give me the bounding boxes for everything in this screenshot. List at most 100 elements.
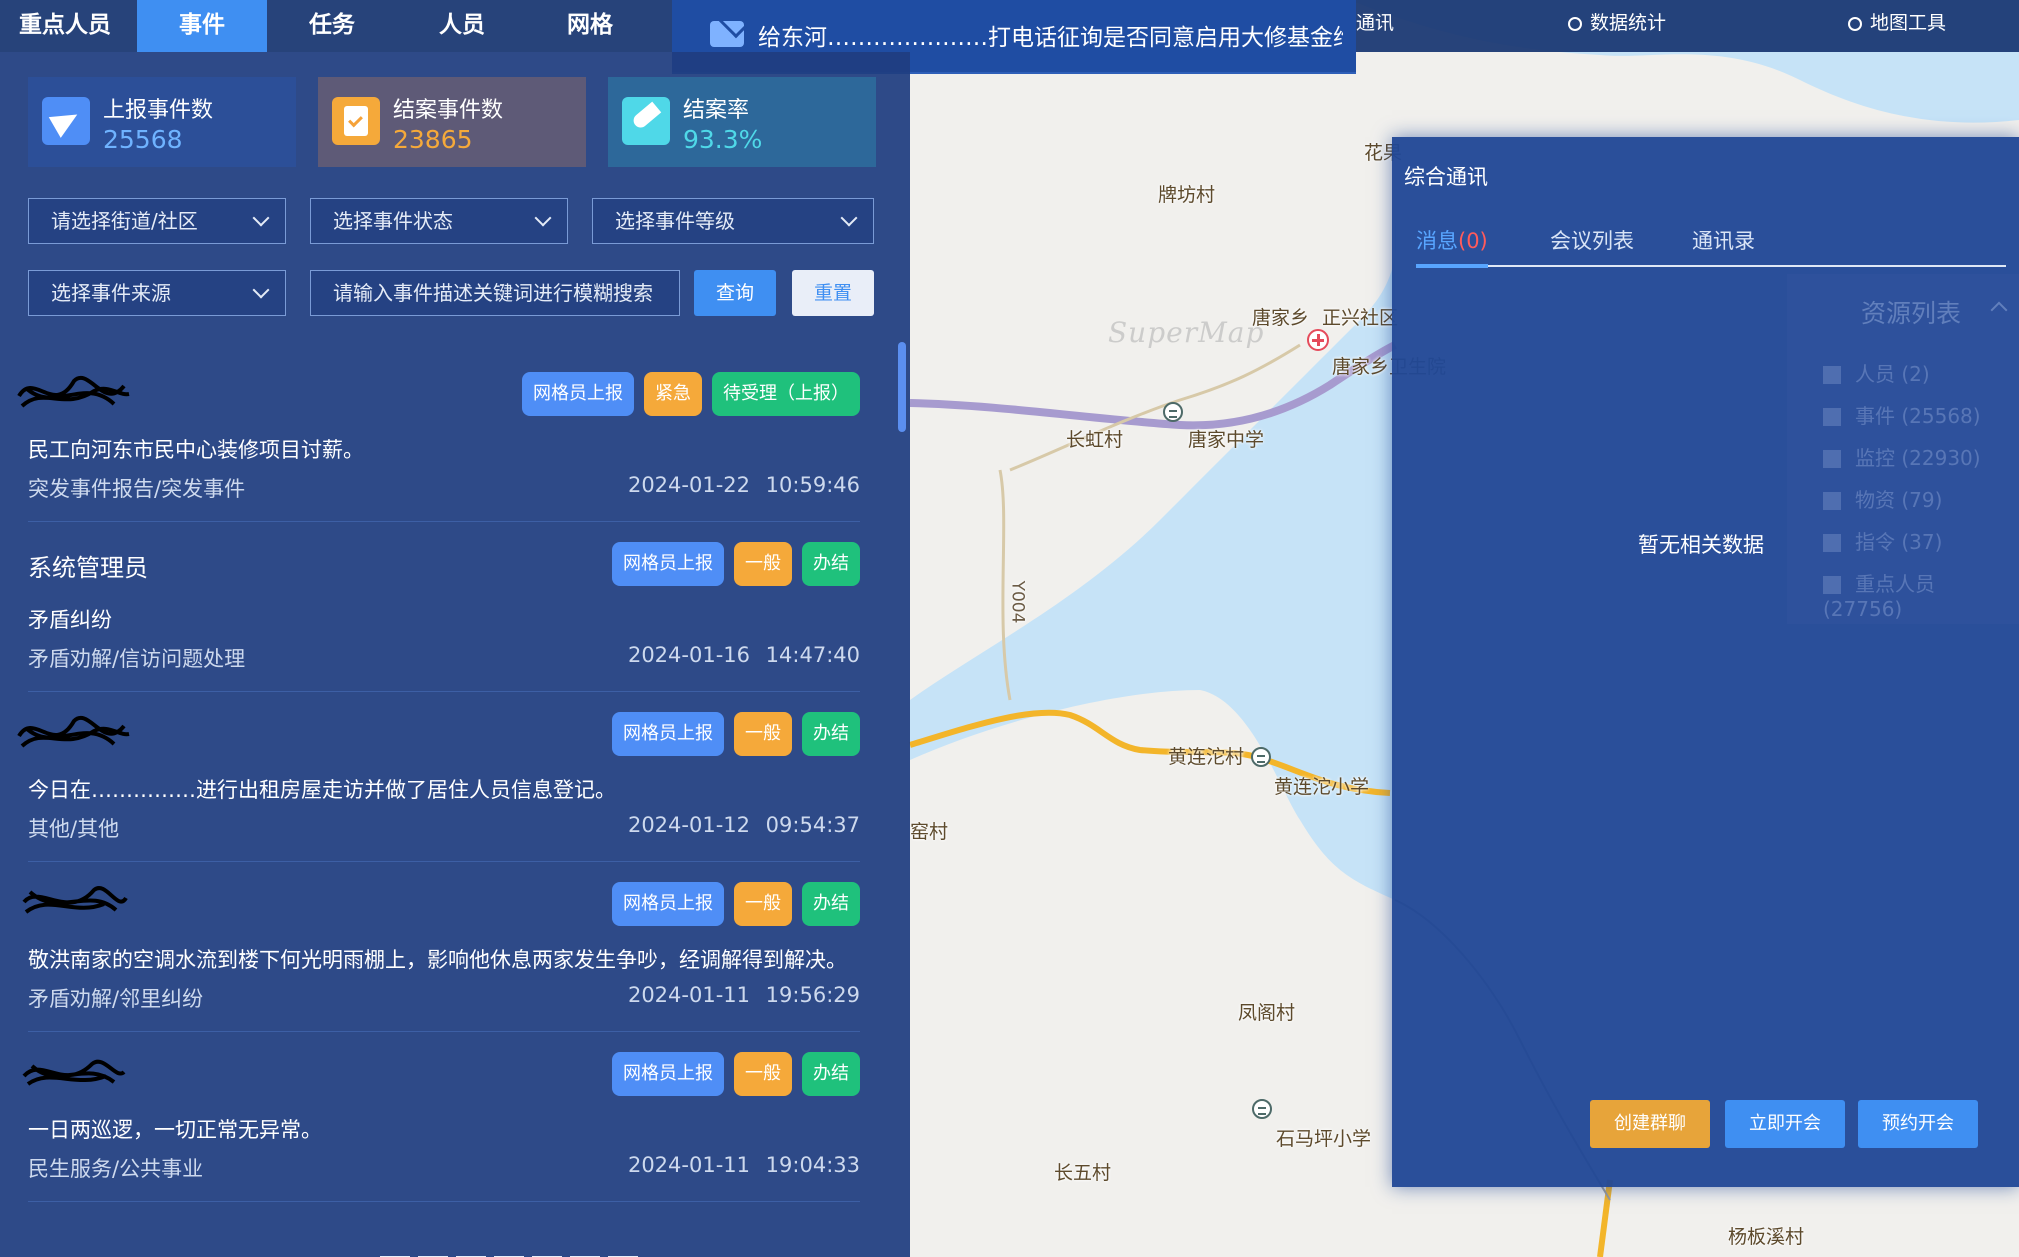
checkbox[interactable]	[1823, 492, 1841, 510]
source-select[interactable]: 选择事件来源	[28, 270, 286, 316]
checkbox[interactable]	[1823, 576, 1841, 594]
nav-tab-events[interactable]: 事件	[137, 0, 267, 52]
pie-chart-icon	[1568, 17, 1582, 31]
tab-meetings[interactable]: 会议列表	[1550, 225, 1634, 255]
map-label: 窑村	[910, 821, 949, 843]
unread-count: (0)	[1458, 229, 1488, 253]
source-tag: 网格员上报	[612, 1052, 724, 1096]
chevron-up-icon[interactable]	[1990, 301, 2008, 319]
source-tag: 网格员上报	[612, 882, 724, 926]
status-tag: 办结	[802, 1052, 860, 1096]
chevron-down-icon	[534, 209, 552, 227]
map-label: 黄连沱村	[1168, 746, 1245, 768]
map-label: 长五村	[1054, 1162, 1112, 1184]
clipboard-icon	[332, 97, 380, 145]
map-label: 凤阁村	[1238, 1002, 1296, 1024]
street-select[interactable]: 请选择街道/社区	[28, 198, 286, 244]
stat-value: 93.3%	[683, 125, 763, 154]
data-stats-tool[interactable]: 数据统计	[1568, 0, 1666, 46]
map-tools-button[interactable]: 地图工具	[1848, 0, 1946, 46]
resource-item[interactable]: 事件 (25568)	[1823, 400, 1981, 429]
checkbox[interactable]	[1823, 450, 1841, 468]
map-tools-label: 地图工具	[1870, 12, 1947, 34]
resource-item[interactable]: 物资 (79)	[1823, 484, 1942, 513]
checkbox[interactable]	[1823, 408, 1841, 426]
resource-item[interactable]: 人员 (2)	[1823, 358, 1930, 387]
hospital-icon[interactable]	[1307, 329, 1329, 351]
query-button[interactable]: 查询	[694, 270, 776, 316]
event-category: 其他/其他	[28, 817, 120, 841]
chevron-down-icon	[840, 209, 858, 227]
nav-tab-tasks[interactable]: 任务	[267, 0, 397, 52]
map-label: 唐家中学	[1188, 429, 1265, 451]
resource-item[interactable]: 重点人员 (27756)	[1823, 568, 2019, 621]
list-item[interactable]: 系统管理员 网格员上报 一般 办结 矛盾纠纷 矛盾劝解/信访问题处理 2024-01…	[28, 522, 860, 692]
list-scrollbar[interactable]	[898, 342, 906, 432]
event-description: 一日两巡逻，一切正常无异常。	[28, 1118, 322, 1142]
resource-label: 物资 (79)	[1855, 488, 1943, 512]
nav-tab-key-persons[interactable]: 重点人员	[0, 0, 130, 52]
tab-messages[interactable]: 消息(0)	[1416, 225, 1488, 255]
keyword-search-input[interactable]	[310, 270, 680, 316]
level-tag: 一般	[734, 882, 792, 926]
pagination[interactable]	[380, 1249, 880, 1257]
reset-button[interactable]: 重置	[792, 270, 874, 316]
event-date: 2024-01-16	[627, 643, 750, 667]
event-tags: 网格员上报 一般 办结	[602, 1052, 860, 1096]
event-tags: 网格员上报 一般 办结	[602, 882, 860, 926]
event-category: 突发事件报告/突发事件	[28, 477, 246, 501]
event-time: 10:59:46	[765, 473, 860, 497]
comm-tool[interactable]: 通讯	[1356, 0, 1394, 46]
stat-card-closed: 结案事件数 23865	[318, 77, 586, 167]
event-category: 矛盾劝解/信访问题处理	[28, 647, 246, 671]
level-tag: 一般	[734, 712, 792, 756]
stat-card-close-rate: 结案率 93.3%	[608, 77, 876, 167]
nav-tab-grid[interactable]: 网格	[525, 0, 655, 52]
map-label: 杨板溪村	[1728, 1226, 1805, 1248]
schedule-meeting-button[interactable]: 预约开会	[1858, 1100, 1978, 1148]
list-item[interactable]: 网格员上报 一般 办结 今日在……………进行出租房屋走访并做了居住人员信息登记。 其…	[17, 692, 860, 862]
chevron-down-icon	[252, 209, 270, 227]
nav-tab-persons[interactable]: 人员	[397, 0, 527, 52]
user-icon	[1848, 17, 1862, 31]
event-date: 2024-01-12	[627, 813, 750, 837]
event-description: 民工向河东市民中心装修项目讨薪。	[28, 438, 364, 462]
school-icon[interactable]	[1163, 402, 1183, 422]
list-item[interactable]: 网格员上报 一般 办结 一日两巡逻，一切正常无异常。 民生服务/公共事业 2024-…	[22, 1032, 860, 1202]
map-label: 长虹村	[1066, 429, 1124, 451]
level-select[interactable]: 选择事件等级	[592, 198, 874, 244]
map-label: 黄连沱小学	[1274, 776, 1370, 798]
status-select[interactable]: 选择事件状态	[310, 198, 568, 244]
checkbox[interactable]	[1823, 366, 1841, 384]
resource-item[interactable]: 指令 (37)	[1823, 526, 1942, 555]
event-date: 2024-01-22	[627, 473, 750, 497]
list-item[interactable]: 网格员上报 一般 办结 敬洪南家的空调水流到楼下何光明雨棚上，影响他休息两家发生争吵…	[22, 862, 860, 1032]
map-label: 石马坪小学	[1276, 1128, 1372, 1150]
source-tag: 网格员上报	[612, 712, 724, 756]
event-description: 敬洪南家的空调水流到楼下何光明雨棚上，影响他休息两家发生争吵，经调解得到解决。	[28, 948, 847, 972]
level-tag: 一般	[734, 542, 792, 586]
status-select-value: 选择事件状态	[333, 209, 453, 233]
resource-item[interactable]: 监控 (22930)	[1823, 442, 1981, 471]
event-description: 今日在……………进行出租房屋走访并做了居住人员信息登记。	[28, 778, 616, 802]
list-item[interactable]: 网格员上报 紧急 待受理（上报） 民工向河东市民中心装修项目讨薪。 突发事件报告/突…	[17, 352, 860, 522]
empty-state: 暂无相关数据	[1638, 533, 1764, 557]
tab-divider	[1416, 265, 2006, 267]
map-label: Y004	[1007, 580, 1028, 624]
checkbox[interactable]	[1823, 534, 1841, 552]
event-panel: 上报事件数 25568 结案事件数 23865 结案率 93.3% 请选择街道/…	[0, 52, 910, 1257]
stat-label: 结案事件数	[393, 98, 504, 123]
resource-list-title: 资源列表	[1861, 299, 1962, 328]
tab-contacts[interactable]: 通讯录	[1692, 225, 1755, 255]
school-icon[interactable]	[1251, 747, 1271, 767]
create-group-chat-button[interactable]: 创建群聊	[1590, 1100, 1710, 1148]
paper-plane-icon	[42, 97, 90, 145]
resource-label: 监控 (22930)	[1855, 446, 1981, 470]
start-meeting-button[interactable]: 立即开会	[1725, 1100, 1845, 1148]
stat-label: 上报事件数	[103, 98, 214, 123]
event-tags: 网格员上报 一般 办结	[602, 542, 860, 586]
resource-label: 指令 (37)	[1855, 530, 1943, 554]
status-tag: 办结	[802, 712, 860, 756]
school-icon[interactable]	[1252, 1099, 1272, 1119]
level-tag: 一般	[734, 1052, 792, 1096]
